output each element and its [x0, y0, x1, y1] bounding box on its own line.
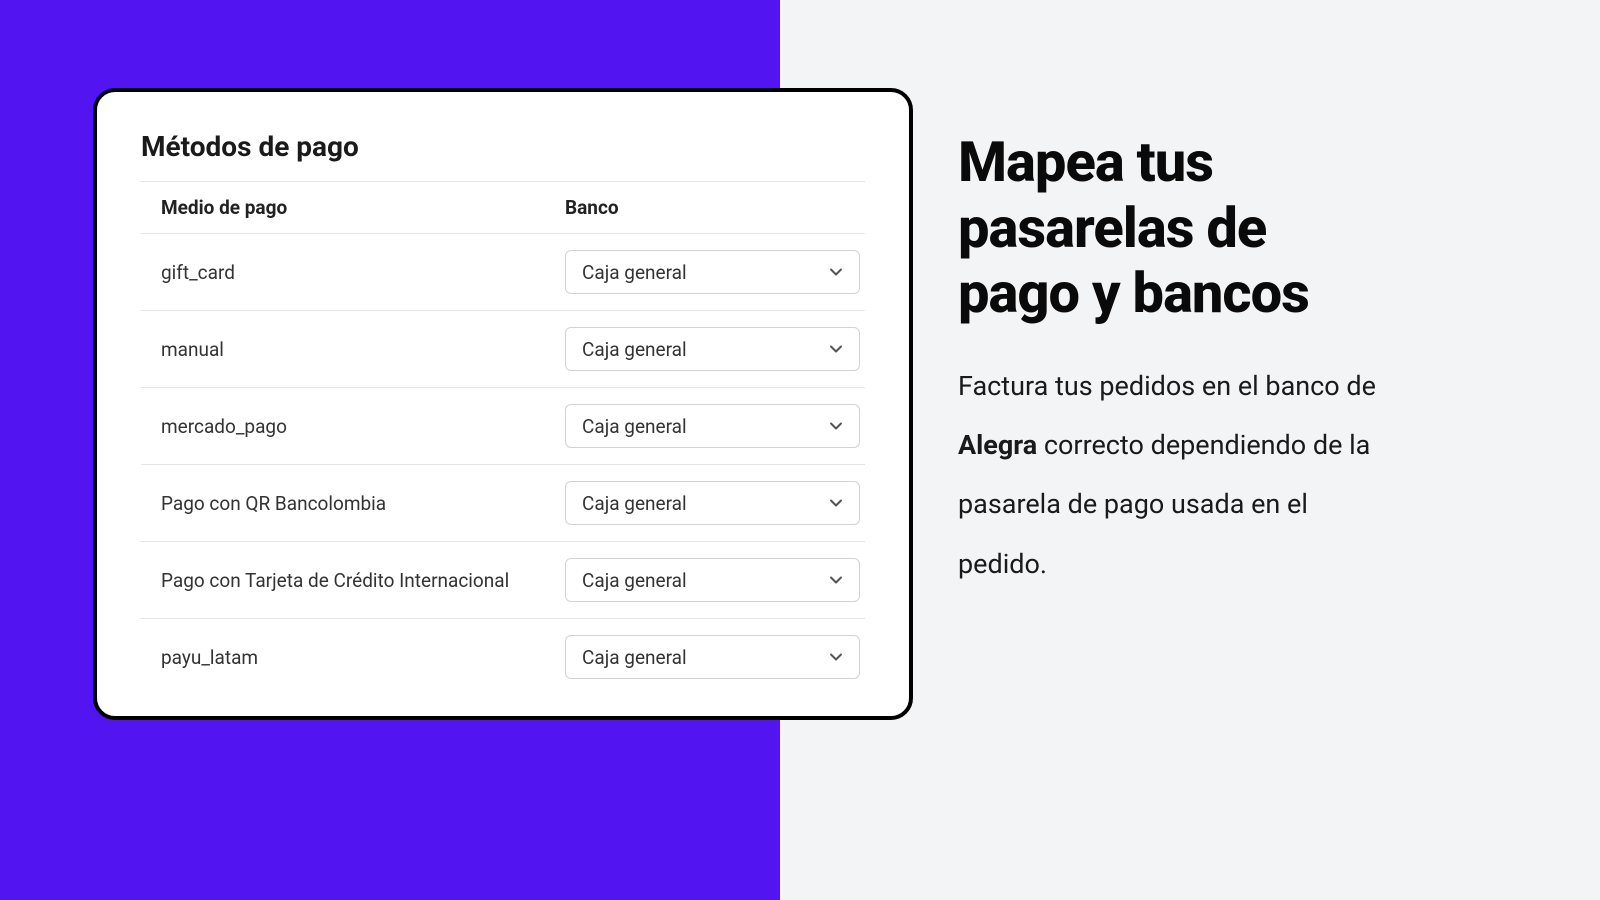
table-row: manual Caja general [141, 311, 865, 388]
table-row: mercado_pago Caja general [141, 388, 865, 465]
table-row: Pago con Tarjeta de Crédito Internaciona… [141, 542, 865, 619]
payment-method-label: gift_card [161, 261, 565, 284]
table-header-row: Medio de pago Banco [141, 181, 865, 234]
bank-select[interactable]: Caja general [565, 635, 860, 679]
bank-select-value: Caja general [582, 415, 687, 438]
table-row: Pago con QR Bancolombia Caja general [141, 465, 865, 542]
payment-methods-card: Métodos de pago Medio de pago Banco gift… [93, 88, 913, 720]
table-row: payu_latam Caja general [141, 619, 865, 695]
bank-select-value: Caja general [582, 261, 687, 284]
column-header-bank: Banco [565, 196, 865, 219]
chevron-down-icon [829, 573, 843, 587]
description-panel: Mapea tus pasarelas de pago y bancos Fac… [958, 130, 1378, 594]
bank-select-value: Caja general [582, 492, 687, 515]
chevron-down-icon [829, 342, 843, 356]
payment-method-label: Pago con Tarjeta de Crédito Internaciona… [161, 569, 565, 592]
bank-select[interactable]: Caja general [565, 250, 860, 294]
payment-method-label: manual [161, 338, 565, 361]
bank-select[interactable]: Caja general [565, 327, 860, 371]
chevron-down-icon [829, 650, 843, 664]
payment-method-label: mercado_pago [161, 415, 565, 438]
card-title: Métodos de pago [141, 130, 865, 181]
bank-select-value: Caja general [582, 646, 687, 669]
body-text-bold: Alegra [958, 429, 1037, 461]
bank-select[interactable]: Caja general [565, 481, 860, 525]
chevron-down-icon [829, 496, 843, 510]
headline-text: Mapea tus pasarelas de pago y bancos [958, 130, 1378, 327]
table-row: gift_card Caja general [141, 234, 865, 311]
chevron-down-icon [829, 419, 843, 433]
body-text: Factura tus pedidos en el banco de Alegr… [958, 357, 1378, 595]
bank-select-value: Caja general [582, 338, 687, 361]
body-text-pre: Factura tus pedidos en el banco de [958, 370, 1376, 402]
payment-method-label: payu_latam [161, 646, 565, 669]
payment-method-label: Pago con QR Bancolombia [161, 492, 565, 515]
bank-select-value: Caja general [582, 569, 687, 592]
bank-select[interactable]: Caja general [565, 404, 860, 448]
column-header-method: Medio de pago [161, 196, 565, 219]
bank-select[interactable]: Caja general [565, 558, 860, 602]
chevron-down-icon [829, 265, 843, 279]
